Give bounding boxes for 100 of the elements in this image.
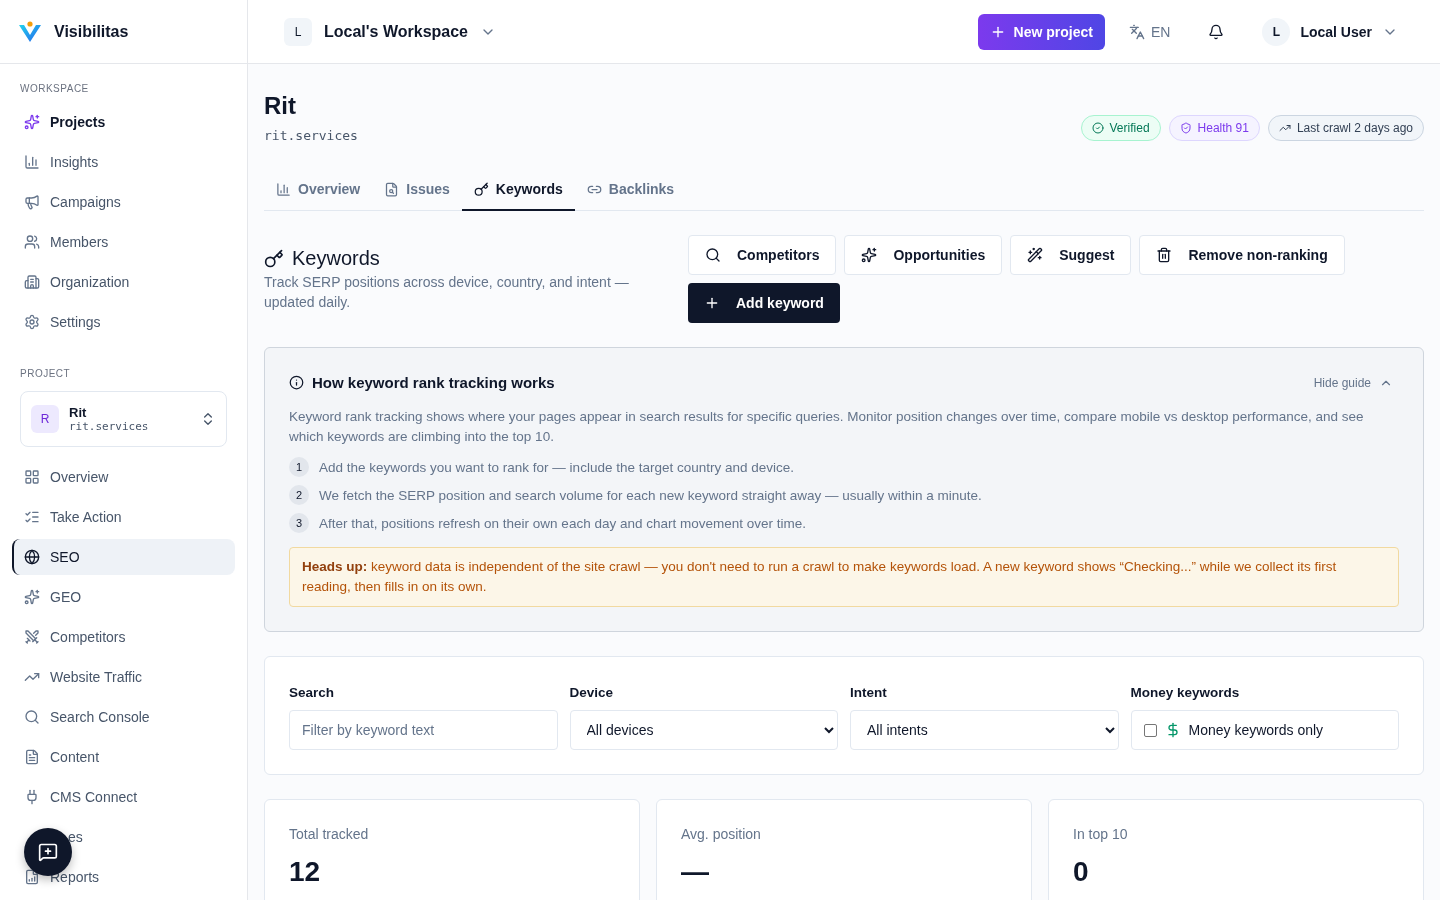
tab[interactable]: Issues — [372, 169, 462, 211]
tab[interactable]: Overview — [264, 169, 373, 211]
checkbox[interactable] — [1143, 723, 1157, 737]
stat-value: — — [681, 856, 710, 888]
translate-icon — [1128, 23, 1145, 40]
nav-item[interactable]: Competitors — [12, 619, 235, 655]
search-icon — [24, 709, 40, 725]
step-number: 3 — [289, 513, 309, 533]
guide-text: Keyword rank tracking shows where your pages appear in search results for specific queries. Monitor position changes over time, compare mobile vs desktop performance, and see which keywords are climbing into the top 10. — [289, 408, 1365, 446]
nav-item[interactable]: Settings — [12, 304, 235, 340]
action-button[interactable]: Competitors — [688, 235, 837, 275]
key-icon — [473, 181, 489, 197]
checklist-icon — [24, 509, 40, 525]
nav-item[interactable]: Projects — [12, 104, 235, 140]
project-name: Rit — [69, 405, 88, 420]
user-menu[interactable]: L Local User — [1256, 16, 1404, 47]
user-avatar: L — [1262, 17, 1291, 46]
report-icon — [24, 869, 40, 885]
guide-title: How keyword rank tracking works — [312, 374, 556, 391]
plus-icon — [704, 295, 720, 311]
project-domain: rit.services — [69, 420, 150, 433]
heads-up-note: Heads up: keyword data is independent of the site crawl — you don't need to run a crawl to make keywords load. A new keyword shows “Checking...” while we collect its first reading, then fills in on its own. — [289, 547, 1399, 607]
add-keyword-button[interactable]: Add keyword — [688, 283, 840, 323]
step-text: After that, positions refresh on their own each day and chart movement over time. — [319, 515, 806, 531]
trend-icon — [1278, 122, 1291, 134]
globe-icon — [24, 549, 40, 565]
nav-item[interactable]: GEO — [12, 579, 235, 615]
nav-item[interactable]: Take Action — [12, 499, 235, 535]
tab[interactable]: Keywords — [461, 169, 575, 211]
swords-icon — [24, 629, 40, 645]
workspace-name[interactable]: Local's Workspace — [324, 22, 468, 41]
nav-item[interactable]: Overview — [12, 459, 235, 495]
step-text: Add the keywords you want to rank for — include the target country and device. — [319, 459, 794, 475]
action-button[interactable]: Remove non-ranking — [1139, 235, 1345, 275]
bell-icon — [1208, 23, 1225, 40]
nav-item[interactable]: Members — [12, 224, 235, 260]
file-search-icon — [384, 181, 400, 197]
action-button[interactable]: Suggest — [1010, 235, 1132, 275]
check-circle-icon — [1091, 122, 1104, 134]
info-icon — [289, 375, 304, 390]
nav-item[interactable]: CMS Connect — [12, 779, 235, 815]
workspace-avatar: L — [284, 17, 312, 46]
sparkles-icon — [24, 114, 40, 130]
message-plus-icon — [38, 842, 58, 862]
nav-item[interactable]: Search Console — [12, 699, 235, 735]
action-button[interactable]: Opportunities — [844, 235, 1003, 275]
intent-select[interactable]: All intents — [850, 710, 1119, 750]
money-keywords-toggle[interactable]: Money keywords only — [1130, 710, 1399, 750]
nav-item[interactable]: Insights — [12, 144, 235, 180]
stat-value: 0 — [1073, 856, 1090, 888]
field-label: Search — [289, 685, 336, 700]
language-button[interactable]: EN — [1122, 22, 1177, 41]
tab[interactable]: Backlinks — [574, 169, 687, 211]
device-select[interactable]: All devices — [569, 710, 838, 750]
sparkles-icon — [861, 247, 878, 263]
stat-value: 12 — [289, 856, 322, 888]
bar-chart-icon — [276, 181, 291, 197]
step-text: We fetch the SERP position and search volume for each new keyword straight away — usually within a minute. — [319, 487, 982, 503]
document-icon — [24, 749, 40, 765]
key-icon — [264, 248, 284, 269]
brand-name: Visibilitas — [54, 22, 129, 41]
shield-icon — [1179, 122, 1192, 134]
status-badge: Health 91 — [1168, 115, 1260, 141]
search-icon — [705, 247, 721, 263]
building-icon — [24, 274, 40, 290]
step-number: 1 — [289, 457, 309, 477]
section-description: Track SERP positions across device, country, and intent — updated daily. — [264, 273, 630, 312]
stat-label: In top 10 — [1073, 826, 1129, 842]
project-switcher[interactable]: R Rit rit.services — [20, 391, 227, 447]
stat-label: Total tracked — [289, 826, 370, 842]
nav-item[interactable]: Website Traffic — [12, 659, 235, 695]
section-heading: Keywords — [264, 247, 674, 270]
project-avatar: R — [31, 405, 59, 433]
status-badge: Last crawl 2 days ago — [1267, 115, 1424, 141]
nav-item[interactable]: SEO — [12, 539, 235, 575]
field-label: Money keywords — [1130, 685, 1241, 700]
section-title: PROJECT — [19, 367, 72, 381]
plug-icon — [24, 789, 40, 805]
settings-icon — [24, 314, 40, 330]
search-field[interactable]: Filter by keyword text — [289, 710, 558, 750]
wand-icon — [1027, 247, 1044, 263]
logo-icon — [18, 20, 42, 43]
nav-item[interactable]: Content — [12, 739, 235, 775]
field-label: Intent — [850, 685, 888, 700]
sparkles-icon — [24, 589, 40, 605]
megaphone-icon — [24, 194, 40, 210]
nav-item[interactable]: Campaigns — [12, 184, 235, 220]
nav-item[interactable]: es — [12, 819, 235, 855]
new-project-button[interactable]: New project — [977, 13, 1105, 50]
section-title: WORKSPACE — [19, 82, 90, 96]
step-number: 2 — [289, 485, 309, 505]
stat-label: Avg. position — [681, 826, 762, 842]
hide-guide-button[interactable]: Hide guide — [1307, 374, 1399, 391]
grid-icon — [24, 469, 40, 485]
nav-item[interactable]: Organization — [12, 264, 235, 300]
project-title: Rit — [264, 92, 297, 120]
users-icon — [24, 234, 40, 250]
trash-icon — [1156, 247, 1173, 263]
bar-chart-icon — [24, 154, 40, 170]
project-domain: rit.services — [264, 128, 358, 143]
